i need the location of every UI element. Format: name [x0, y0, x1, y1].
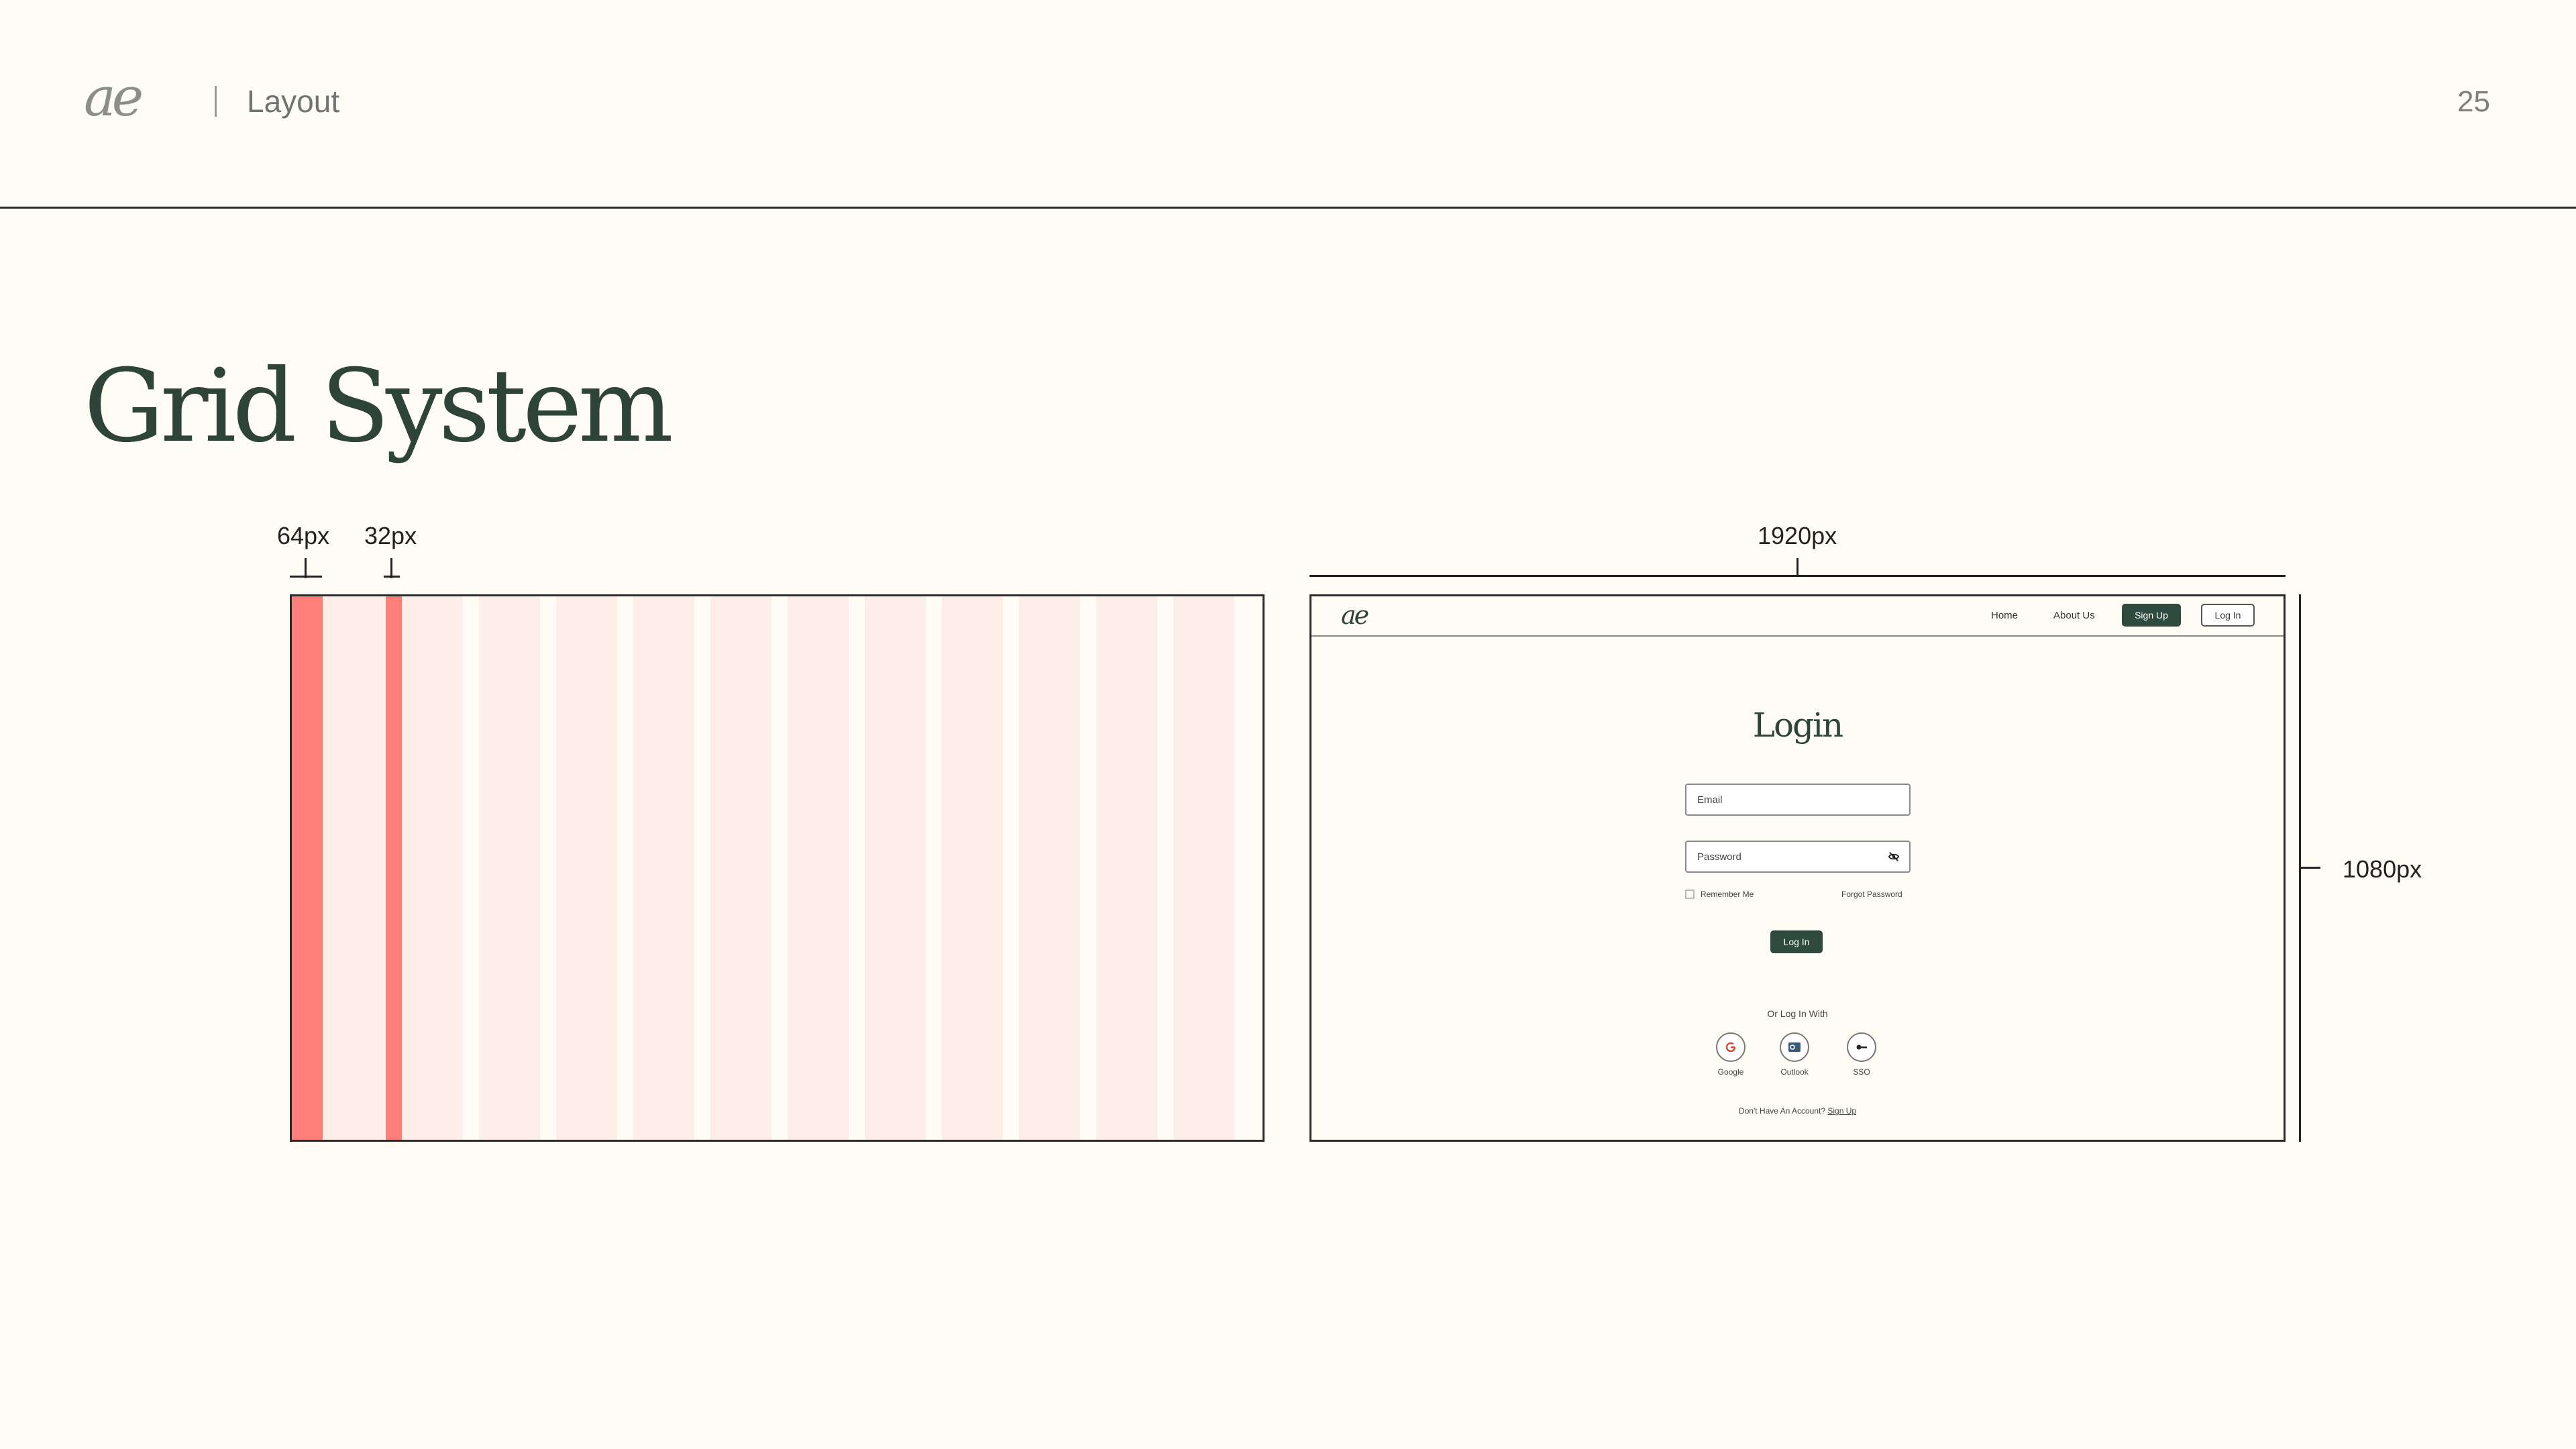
grid-column — [1173, 596, 1234, 1140]
margin-measure-label: 64px — [277, 522, 330, 549]
google-label: Google — [1717, 1067, 1744, 1077]
gutter-measure-label: 32px — [364, 522, 417, 549]
no-account-text: Don't Have An Account? — [1738, 1106, 1825, 1116]
grid-column — [402, 596, 463, 1140]
login-title: Login — [1752, 706, 1844, 745]
brand-logo: ae — [84, 66, 144, 128]
email-placeholder: Email — [1697, 794, 1723, 806]
password-placeholder: Password — [1697, 851, 1741, 863]
grid-column — [633, 596, 694, 1140]
width-measure-tick — [1796, 558, 1799, 576]
nav-login-button[interactable]: Log In — [2201, 604, 2255, 627]
height-measure-tick — [2299, 867, 2320, 869]
grid-column — [865, 596, 926, 1140]
page-title: Grid System — [84, 347, 674, 465]
footer-signup-link[interactable]: Sign Up — [1827, 1106, 1856, 1116]
login-page-mockup: ae Home About Us Sign Up Log In Login Em… — [1309, 594, 2286, 1142]
outlook-icon — [1788, 1042, 1801, 1052]
grid-column — [1096, 596, 1157, 1140]
remember-checkbox[interactable] — [1685, 890, 1695, 899]
login-submit-button[interactable]: Log In — [1770, 930, 1823, 953]
header-rule — [0, 207, 2576, 209]
nav-about-link[interactable]: About Us — [2053, 610, 2095, 621]
sso-login-button[interactable] — [1847, 1032, 1876, 1062]
grid-column — [556, 596, 617, 1140]
margin-measure-base — [290, 576, 322, 578]
remember-label: Remember Me — [1701, 890, 1754, 899]
outlook-label: Outlook — [1780, 1067, 1809, 1077]
password-field[interactable]: Password — [1685, 841, 1911, 873]
outlook-login-button[interactable] — [1780, 1032, 1809, 1062]
page-number: 25 — [2457, 85, 2490, 118]
header-divider — [215, 86, 217, 117]
nav-home-link[interactable]: Home — [1991, 610, 2018, 621]
gutter-measure-base — [384, 576, 400, 578]
key-icon — [1856, 1044, 1867, 1050]
email-field[interactable]: Email — [1685, 784, 1911, 816]
signup-prompt: Don't Have An Account? Sign Up — [1311, 1106, 2284, 1116]
grid-column — [1019, 596, 1080, 1140]
grid-column — [942, 596, 1003, 1140]
sso-label: SSO — [1853, 1067, 1870, 1077]
forgot-password-link[interactable]: Forgot Password — [1841, 890, 1902, 899]
grid-column — [479, 596, 540, 1140]
google-icon — [1725, 1042, 1736, 1053]
gutter-column — [386, 596, 402, 1140]
alt-login-heading: Or Log In With — [1767, 1008, 1828, 1019]
margin-column — [292, 596, 323, 1140]
grid-column — [323, 596, 386, 1140]
nav-signup-button[interactable]: Sign Up — [2122, 604, 2181, 627]
google-login-button[interactable] — [1716, 1032, 1746, 1062]
grid-diagram — [290, 594, 1265, 1142]
mockup-navbar: ae Home About Us Sign Up Log In — [1311, 596, 2284, 637]
eye-slash-icon[interactable] — [1888, 851, 1900, 863]
grid-column — [710, 596, 771, 1140]
height-measure-label: 1080px — [2343, 855, 2422, 883]
width-measure-label: 1920px — [1758, 522, 1837, 549]
mockup-logo[interactable]: ae — [1341, 600, 1369, 630]
section-label: Layout — [247, 84, 340, 119]
grid-column — [788, 596, 849, 1140]
